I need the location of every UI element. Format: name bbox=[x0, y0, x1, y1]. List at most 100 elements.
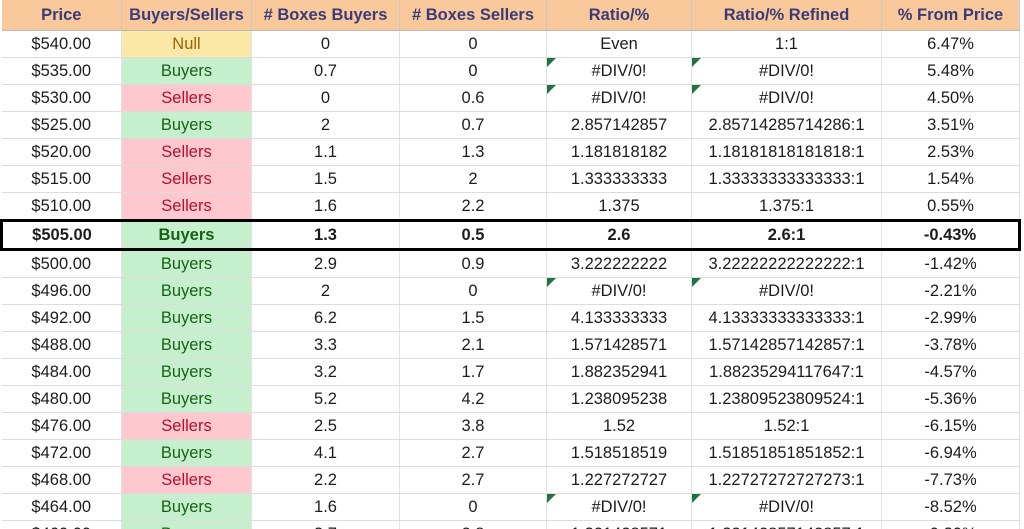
price-cell[interactable]: $484.00 bbox=[1, 358, 122, 386]
signal-cell[interactable]: Buyers bbox=[121, 57, 252, 85]
boxes-sellers-cell[interactable]: 0.6 bbox=[399, 84, 547, 112]
boxes-sellers-cell[interactable]: 2.7 bbox=[399, 466, 547, 494]
signal-cell[interactable]: Sellers bbox=[121, 84, 252, 112]
table-row[interactable]: $510.00 Sellers 1.6 2.2 1.375 1.375:1 0.55% bbox=[1, 192, 1020, 221]
boxes-buyers-cell[interactable]: 6.2 bbox=[251, 304, 400, 332]
table-row[interactable]: $472.00 Buyers 4.1 2.7 1.518518519 1.51851851… bbox=[1, 439, 1020, 467]
ratio-pct-cell[interactable]: 1.571428571 bbox=[546, 331, 692, 359]
boxes-buyers-cell[interactable]: 1.6 bbox=[251, 192, 400, 221]
table-row[interactable]: $476.00 Sellers 2.5 3.8 1.52 1.52:1 -6.15% bbox=[1, 412, 1020, 440]
ratio-refined-cell[interactable]: 1.52:1 bbox=[691, 412, 882, 440]
signal-cell[interactable]: Buyers bbox=[121, 358, 252, 386]
ratio-pct-cell[interactable]: 2.857142857 bbox=[546, 111, 692, 139]
ratio-pct-cell[interactable]: 1.227272727 bbox=[546, 466, 692, 494]
column-header-pct_from_price[interactable]: % From Price bbox=[881, 0, 1020, 31]
ratio-pct-cell[interactable]: #DIV/0! bbox=[546, 493, 692, 521]
pct-from-price-cell[interactable]: -4.57% bbox=[881, 358, 1020, 386]
pct-from-price-cell[interactable]: -8.52% bbox=[881, 493, 1020, 521]
table-row[interactable]: $468.00 Sellers 2.2 2.7 1.227272727 1.2272727… bbox=[1, 466, 1020, 494]
boxes-buyers-cell[interactable]: 2 bbox=[251, 277, 400, 305]
boxes-buyers-cell[interactable]: 2.2 bbox=[251, 466, 400, 494]
boxes-buyers-cell[interactable]: 5.2 bbox=[251, 385, 400, 413]
price-cell[interactable]: $496.00 bbox=[1, 277, 122, 305]
boxes-buyers-cell[interactable]: 2.5 bbox=[251, 412, 400, 440]
signal-cell[interactable]: Sellers bbox=[121, 192, 252, 221]
pct-from-price-cell[interactable]: -2.99% bbox=[881, 304, 1020, 332]
ratio-refined-cell[interactable]: #DIV/0! bbox=[691, 493, 882, 521]
ratio-refined-cell[interactable]: 4.13333333333333:1 bbox=[691, 304, 882, 332]
boxes-sellers-cell[interactable]: 2.7 bbox=[399, 439, 547, 467]
boxes-buyers-cell[interactable]: 0.7 bbox=[251, 57, 400, 85]
boxes-sellers-cell[interactable]: 0.9 bbox=[399, 249, 547, 278]
boxes-buyers-cell[interactable]: 3.2 bbox=[251, 358, 400, 386]
boxes-sellers-cell[interactable]: 0.5 bbox=[399, 219, 547, 251]
table-row[interactable]: $492.00 Buyers 6.2 1.5 4.133333333 4.13333333… bbox=[1, 304, 1020, 332]
boxes-buyers-cell[interactable]: 1.5 bbox=[251, 165, 400, 193]
price-cell[interactable]: $468.00 bbox=[1, 466, 122, 494]
table-row[interactable]: $464.00 Buyers 1.6 0 #DIV/0! #DIV/0! -8.52% bbox=[1, 493, 1020, 521]
ratio-pct-cell[interactable]: 1.238095238 bbox=[546, 385, 692, 413]
ratio-refined-cell[interactable]: 3.22222222222222:1 bbox=[691, 249, 882, 278]
boxes-buyers-cell[interactable]: 1.1 bbox=[251, 138, 400, 166]
price-cell[interactable]: $464.00 bbox=[1, 493, 122, 521]
signal-cell[interactable]: Buyers bbox=[121, 111, 252, 139]
boxes-buyers-cell[interactable]: 1.6 bbox=[251, 493, 400, 521]
ratio-refined-cell[interactable]: 1.18181818181818:1 bbox=[691, 138, 882, 166]
ratio-pct-cell[interactable]: 1.375 bbox=[546, 192, 692, 221]
signal-cell[interactable]: Buyers bbox=[121, 331, 252, 359]
table-row[interactable]: $530.00 Sellers 0 0.6 #DIV/0! #DIV/0! 4.50% bbox=[1, 84, 1020, 112]
signal-cell[interactable]: Sellers bbox=[121, 412, 252, 440]
table-row[interactable]: $460.00Buyers3.72.81.3214285711.32142857… bbox=[1, 520, 1020, 529]
ratio-pct-cell[interactable]: 1.321428571 bbox=[546, 520, 692, 529]
signal-cell[interactable]: Buyers bbox=[121, 277, 252, 305]
ratio-refined-cell[interactable]: 1.22727272727273:1 bbox=[691, 466, 882, 494]
ratio-refined-cell[interactable]: 1.88235294117647:1 bbox=[691, 358, 882, 386]
pct-from-price-cell[interactable]: -9.30% bbox=[881, 520, 1020, 529]
boxes-sellers-cell[interactable]: 4.2 bbox=[399, 385, 547, 413]
ratio-refined-cell[interactable]: 1.57142857142857:1 bbox=[691, 331, 882, 359]
signal-cell[interactable]: Buyers bbox=[121, 304, 252, 332]
price-cell[interactable]: $460.00 bbox=[1, 520, 122, 529]
boxes-buyers-cell[interactable]: 3.7 bbox=[251, 520, 400, 529]
column-header-boxes_buyers[interactable]: # Boxes Buyers bbox=[251, 0, 400, 31]
ratio-pct-cell[interactable]: Even bbox=[546, 30, 692, 58]
ratio-refined-cell[interactable]: 1:1 bbox=[691, 30, 882, 58]
pct-from-price-cell[interactable]: 4.50% bbox=[881, 84, 1020, 112]
price-cell[interactable]: $480.00 bbox=[1, 385, 122, 413]
ratio-pct-cell[interactable]: 1.52 bbox=[546, 412, 692, 440]
ratio-refined-cell[interactable]: 1.51851851851852:1 bbox=[691, 439, 882, 467]
table-row[interactable]: $515.00 Sellers 1.5 2 1.333333333 1.333333333… bbox=[1, 165, 1020, 193]
boxes-buyers-cell[interactable]: 0 bbox=[251, 30, 400, 58]
signal-cell[interactable]: Buyers bbox=[121, 249, 252, 278]
pct-from-price-cell[interactable]: -1.42% bbox=[881, 249, 1020, 278]
price-cell[interactable]: $530.00 bbox=[1, 84, 122, 112]
table-row[interactable]: $480.00 Buyers 5.2 4.2 1.238095238 1.23809523… bbox=[1, 385, 1020, 413]
ratio-refined-cell[interactable]: 2.6:1 bbox=[691, 219, 882, 251]
price-cell[interactable]: $540.00 bbox=[1, 30, 122, 58]
table-row[interactable]: $525.00 Buyers 2 0.7 2.857142857 2.8571428571… bbox=[1, 111, 1020, 139]
table-row[interactable]: $484.00 Buyers 3.2 1.7 1.882352941 1.88235294… bbox=[1, 358, 1020, 386]
pct-from-price-cell[interactable]: -0.43% bbox=[881, 219, 1021, 251]
price-cell[interactable]: $525.00 bbox=[1, 111, 122, 139]
boxes-buyers-cell[interactable]: 4.1 bbox=[251, 439, 400, 467]
signal-cell[interactable]: Sellers bbox=[121, 165, 252, 193]
ratio-refined-cell[interactable]: #DIV/0! bbox=[691, 277, 882, 305]
ratio-pct-cell[interactable]: 1.333333333 bbox=[546, 165, 692, 193]
table-row[interactable]: $520.00 Sellers 1.1 1.3 1.181818182 1.1818181… bbox=[1, 138, 1020, 166]
ratio-refined-cell[interactable]: #DIV/0! bbox=[691, 84, 882, 112]
boxes-sellers-cell[interactable]: 1.7 bbox=[399, 358, 547, 386]
pct-from-price-cell[interactable]: 3.51% bbox=[881, 111, 1020, 139]
pct-from-price-cell[interactable]: 1.54% bbox=[881, 165, 1020, 193]
ratio-pct-cell[interactable]: 1.518518519 bbox=[546, 439, 692, 467]
table-row[interactable]: $500.00 Buyers 2.9 0.9 3.222222222 3.22222222… bbox=[1, 249, 1020, 278]
price-cell[interactable]: $488.00 bbox=[1, 331, 122, 359]
ratio-refined-cell[interactable]: 1.32142857142857:1 bbox=[691, 520, 882, 529]
table-row[interactable]: $505.00 Buyers 1.3 0.5 2.6 2.6:1 -0.43% bbox=[0, 219, 1021, 251]
price-cell[interactable]: $535.00 bbox=[1, 57, 122, 85]
boxes-sellers-cell[interactable]: 0 bbox=[399, 57, 547, 85]
price-cell[interactable]: $492.00 bbox=[1, 304, 122, 332]
boxes-sellers-cell[interactable]: 2.8 bbox=[399, 520, 547, 529]
signal-cell[interactable]: Buyers bbox=[121, 493, 252, 521]
ratio-refined-cell[interactable]: 2.85714285714286:1 bbox=[691, 111, 882, 139]
price-cell[interactable]: $520.00 bbox=[1, 138, 122, 166]
